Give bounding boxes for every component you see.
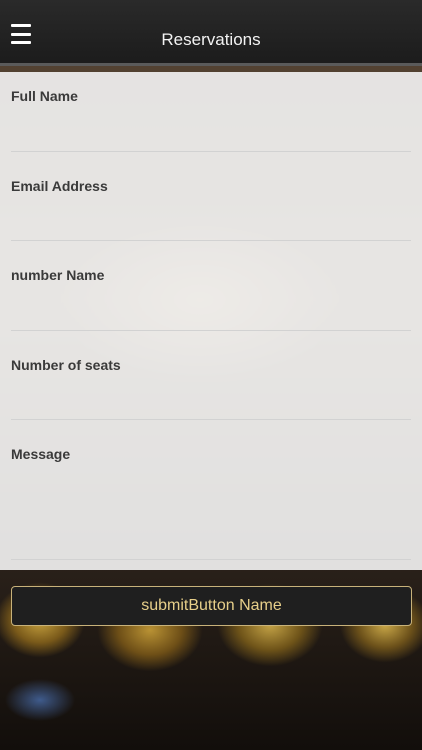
number-name-label: number Name [11,267,105,283]
submit-button[interactable]: submitButton Name [11,586,412,626]
email-field-group: Email Address [0,162,422,252]
page-title: Reservations [161,30,261,49]
email-label: Email Address [11,178,108,194]
app-header: Reservations [0,0,422,66]
message-label: Message [11,446,71,462]
message-field-group: Message [0,430,422,560]
hamburger-menu-icon [11,24,31,27]
full-name-field-group: Full Name [0,72,422,162]
seats-field-group: Number of seats [0,341,422,431]
number-name-field-group: number Name [0,251,422,341]
reservations-screen: Reservations Full Name Email Address num… [0,0,422,750]
full-name-input[interactable] [11,122,411,152]
seats-input[interactable] [11,390,411,420]
email-input[interactable] [11,211,411,241]
full-name-label: Full Name [11,88,78,104]
seats-label: Number of seats [11,357,121,373]
message-input[interactable] [11,472,411,560]
number-name-input[interactable] [11,301,411,331]
reservation-form: Full Name Email Address number Name Numb… [0,72,422,570]
